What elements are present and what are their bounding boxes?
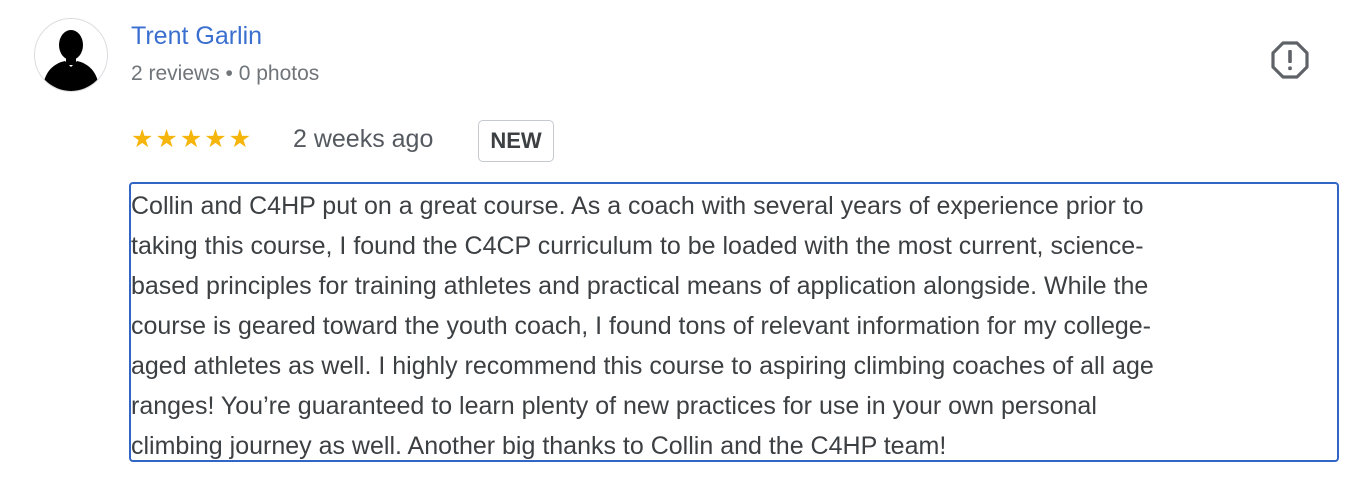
flag-report-icon bbox=[1271, 41, 1309, 79]
reviewer-name[interactable]: Trent Garlin bbox=[131, 22, 262, 51]
review-text-line: aged athletes as well. I highly recommen… bbox=[131, 352, 1154, 380]
review-text-line: taking this course, I found the C4CP cur… bbox=[131, 232, 1144, 260]
review-time: 2 weeks ago bbox=[293, 125, 434, 153]
review-text-line: based principles for training athletes a… bbox=[131, 272, 1149, 300]
report-review-button[interactable] bbox=[1270, 40, 1310, 80]
review-text-line: Collin and C4HP put on a great course. A… bbox=[131, 192, 1144, 220]
person-silhouette-icon bbox=[43, 30, 99, 91]
avatar[interactable] bbox=[34, 18, 108, 92]
new-badge: NEW bbox=[478, 120, 554, 162]
review-text-line: course is geared toward the youth coach,… bbox=[131, 312, 1151, 340]
star-rating: ★★★★★ bbox=[131, 125, 254, 153]
review-card: Trent Garlin 2 reviews • 0 photos ★★★★★ … bbox=[0, 0, 1362, 500]
reviewer-meta: 2 reviews • 0 photos bbox=[131, 62, 320, 85]
review-text[interactable]: Collin and C4HP put on a great course. A… bbox=[129, 182, 1339, 462]
review-text-line: ranges! You’re guaranteed to learn plent… bbox=[131, 392, 1097, 420]
review-text-line: climbing journey as well. Another big th… bbox=[131, 432, 947, 460]
